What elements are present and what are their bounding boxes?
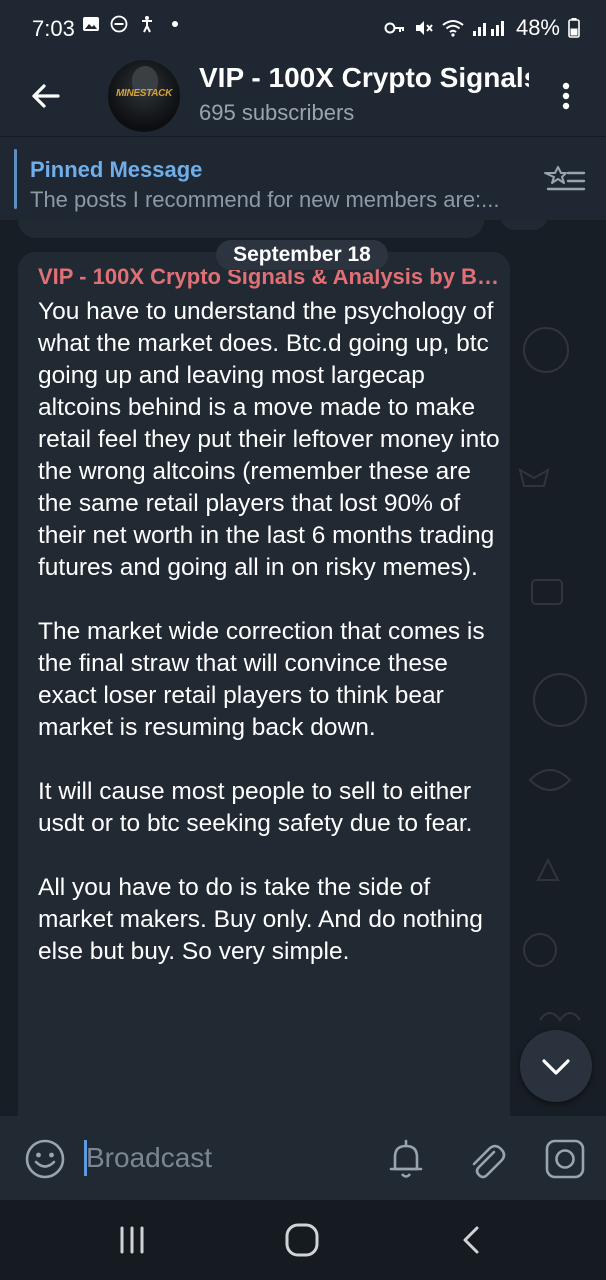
- signal-icon: [472, 21, 504, 36]
- status-bar: 7:03 48%: [0, 0, 606, 56]
- wifi-icon: [442, 20, 464, 37]
- avatar-logo-text: MINESTACK: [115, 88, 172, 99]
- scroll-down-button[interactable]: [520, 1030, 592, 1102]
- recent-apps-icon[interactable]: [110, 1222, 154, 1258]
- system-nav-bar: [0, 1200, 606, 1280]
- pinned-list-icon[interactable]: [542, 163, 586, 199]
- more-vert-icon[interactable]: [550, 74, 582, 118]
- status-left-icons: [82, 15, 184, 33]
- message-text: You have to understand the psychology of…: [38, 298, 500, 965]
- date-chip: September 18: [216, 240, 388, 270]
- key-icon: [384, 22, 404, 34]
- pinned-message-bar[interactable]: Pinned Message The posts I recommend for…: [0, 136, 606, 221]
- battery-percent: 48%: [515, 15, 560, 40]
- dot-icon: [172, 21, 178, 27]
- attach-icon[interactable]: [462, 1136, 508, 1182]
- camera-icon[interactable]: [542, 1136, 588, 1182]
- message-input-bar: [0, 1116, 606, 1200]
- gallery-icon: [83, 17, 99, 31]
- pinned-indicator: [14, 149, 17, 209]
- bell-icon[interactable]: [384, 1136, 428, 1182]
- back-arrow-icon[interactable]: [24, 74, 68, 118]
- pinned-preview: The posts I recommend for new members ar…: [30, 187, 500, 212]
- message-bubble[interactable]: VIP - 100X Crypto Signals & Analysis by …: [18, 252, 510, 1116]
- chat-header: MINESTACK VIP - 100X Crypto Signals & An…: [0, 56, 606, 136]
- broadcast-input[interactable]: [86, 1136, 366, 1180]
- channel-title[interactable]: VIP - 100X Crypto Signals & Analysis by …: [199, 62, 529, 94]
- mute-icon: [415, 21, 433, 35]
- chat-area[interactable]: VIP - 100X Crypto Signals & Analysis by …: [0, 220, 606, 1116]
- accessibility-icon: [142, 16, 152, 33]
- emoji-icon[interactable]: [22, 1136, 68, 1182]
- home-icon[interactable]: [280, 1220, 324, 1260]
- pinned-title: Pinned Message: [30, 157, 203, 182]
- battery-icon: [568, 18, 580, 38]
- nav-back-icon[interactable]: [452, 1220, 492, 1260]
- subscriber-count: 695 subscribers: [199, 100, 355, 125]
- channel-avatar[interactable]: MINESTACK: [108, 60, 180, 132]
- dnd-icon: [110, 15, 128, 33]
- status-time: 7:03: [32, 16, 75, 41]
- status-right-icons: 48%: [384, 15, 580, 41]
- previous-message-bubble: [18, 220, 484, 238]
